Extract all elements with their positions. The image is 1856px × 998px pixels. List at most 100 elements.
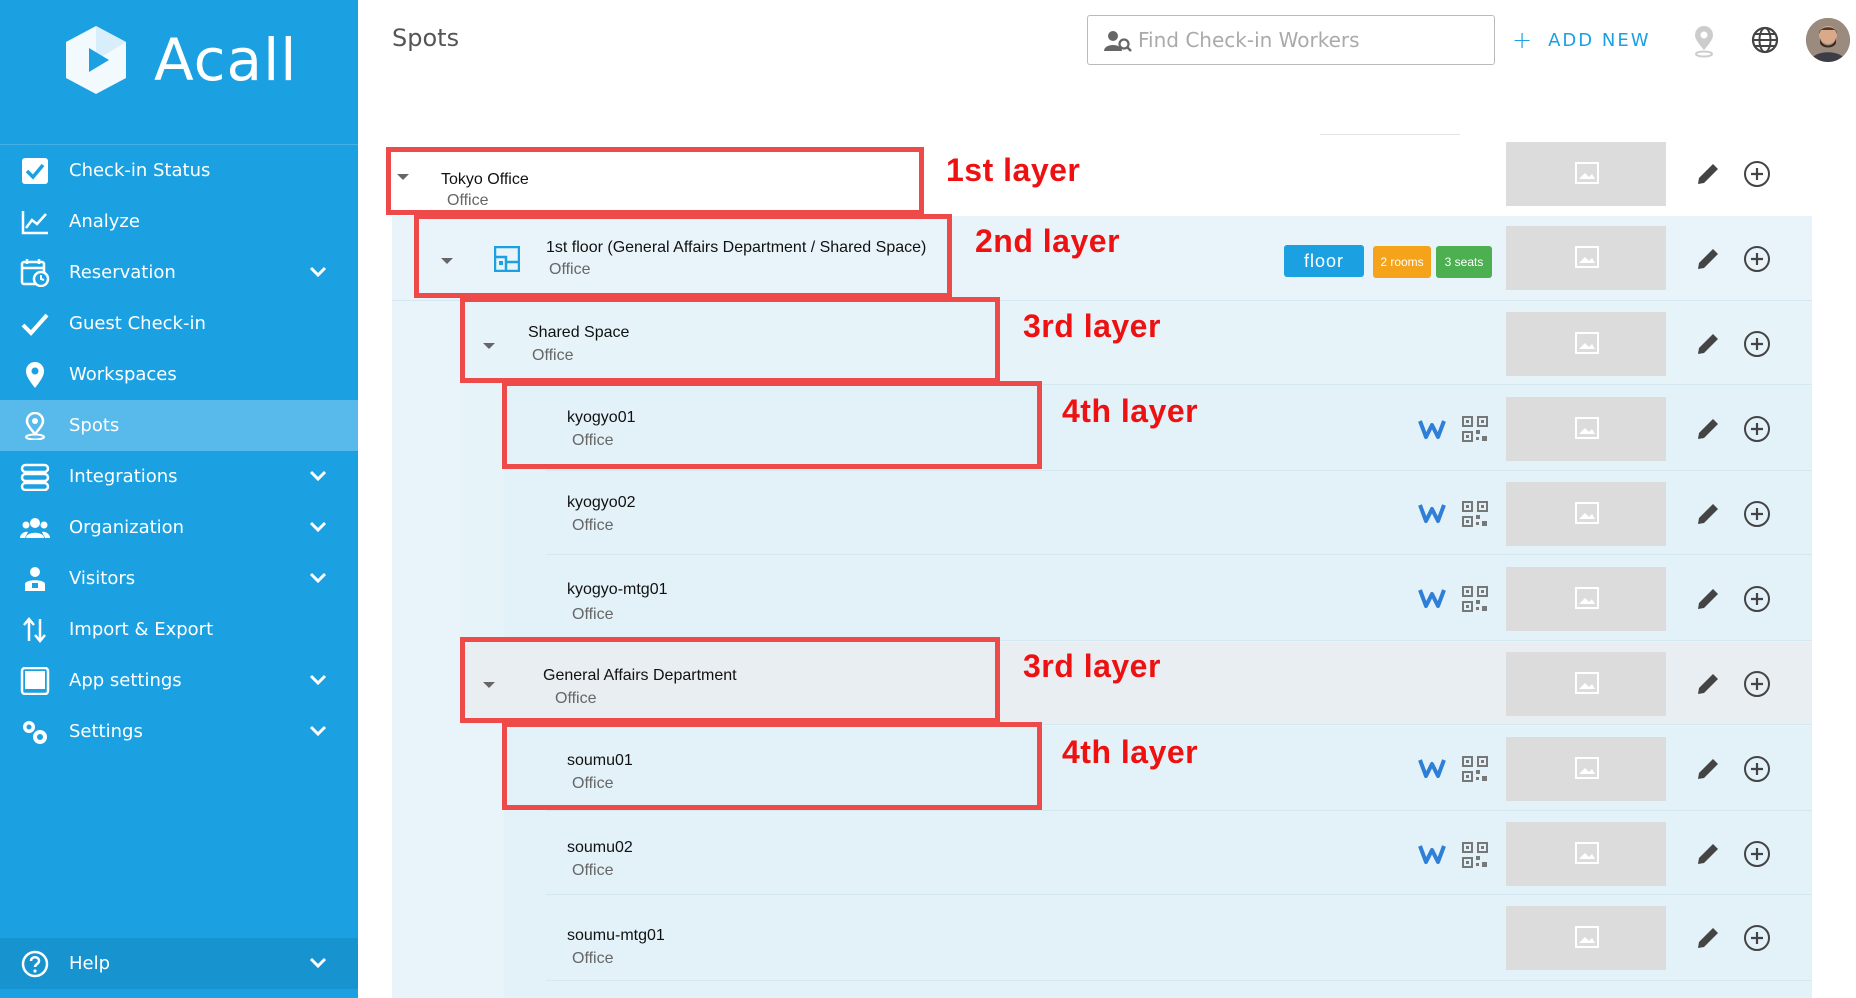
chevron-down-icon[interactable] — [308, 956, 328, 970]
sidebar-item-workspaces[interactable]: Workspaces — [0, 349, 358, 400]
rooms-badge: 2 rooms — [1373, 246, 1431, 278]
add-new-button[interactable]: + ADD NEW — [1512, 26, 1651, 54]
image-icon — [1575, 757, 1599, 779]
sidebar-item-spots[interactable]: Spots — [0, 400, 358, 451]
add-circle-icon[interactable] — [1742, 244, 1772, 274]
w-integration-icon[interactable] — [1418, 587, 1446, 609]
spot-image-placeholder[interactable] — [1506, 906, 1666, 970]
pencil-icon[interactable] — [1694, 585, 1722, 613]
image-icon — [1575, 417, 1599, 439]
spot-image-placeholder[interactable] — [1506, 822, 1666, 886]
import-export-icon — [23, 617, 46, 643]
sidebar-item-label: Spots — [69, 415, 120, 436]
spot-image-placeholder[interactable] — [1506, 226, 1666, 290]
qr-code-icon[interactable] — [1462, 842, 1488, 868]
w-integration-icon[interactable] — [1418, 843, 1446, 865]
pencil-icon[interactable] — [1694, 500, 1722, 528]
visitor-icon — [25, 567, 45, 591]
pencil-icon[interactable] — [1694, 755, 1722, 783]
sidebar-item-guest-check-in[interactable]: Guest Check-in — [0, 298, 358, 349]
sidebar-item-settings[interactable]: Settings — [0, 706, 358, 757]
acall-logo[interactable]: Acall — [58, 20, 297, 100]
sidebar-item-integrations[interactable]: Integrations — [0, 451, 358, 502]
sidebar-item-check-in-status[interactable]: Check-in Status — [0, 145, 358, 196]
spot-image-placeholder[interactable] — [1506, 142, 1666, 206]
pencil-icon[interactable] — [1694, 245, 1722, 273]
sidebar-item-label: Organization — [69, 517, 185, 538]
sidebar-item-label: Import & Export — [69, 619, 214, 640]
image-icon — [1575, 926, 1599, 948]
spot-image-placeholder[interactable] — [1506, 397, 1666, 461]
sidebar-item-label: Check-in Status — [69, 160, 211, 181]
spot-image-placeholder[interactable] — [1506, 312, 1666, 376]
gears-icon — [23, 721, 47, 744]
add-circle-icon[interactable] — [1742, 159, 1772, 189]
add-circle-icon[interactable] — [1742, 754, 1772, 784]
spot-image-placeholder[interactable] — [1506, 652, 1666, 716]
help-circle-icon — [21, 950, 49, 978]
add-circle-icon[interactable] — [1742, 669, 1772, 699]
sidebar-item-reservation[interactable]: Reservation — [0, 247, 358, 298]
add-circle-icon[interactable] — [1742, 584, 1772, 614]
pencil-icon[interactable] — [1694, 415, 1722, 443]
chevron-down-icon[interactable] — [308, 724, 328, 738]
sidebar-item-organization[interactable]: Organization — [0, 502, 358, 553]
qr-code-icon[interactable] — [1462, 416, 1488, 442]
image-icon — [1575, 502, 1599, 524]
sidebar-item-help[interactable]: Help — [0, 938, 358, 989]
chevron-down-icon[interactable] — [308, 520, 328, 534]
sidebar-item-label: Integrations — [69, 466, 178, 487]
add-circle-icon[interactable] — [1742, 839, 1772, 869]
qr-code-icon[interactable] — [1462, 586, 1488, 612]
spot-image-placeholder[interactable] — [1506, 567, 1666, 631]
qr-code-icon[interactable] — [1462, 756, 1488, 782]
image-icon — [1575, 672, 1599, 694]
w-integration-icon[interactable] — [1418, 757, 1446, 779]
spot-type: Office — [572, 517, 614, 534]
pencil-icon[interactable] — [1694, 670, 1722, 698]
sidebar-item-app-settings[interactable]: App settings — [0, 655, 358, 706]
search-input[interactable] — [1138, 24, 1478, 56]
avatar-icon — [1806, 18, 1850, 62]
globe-icon[interactable] — [1750, 25, 1780, 55]
sidebar-item-import-export[interactable]: Import & Export — [0, 604, 358, 655]
annotation-box-layer-1 — [386, 147, 924, 215]
annotation-label: 4th layer — [1062, 393, 1199, 429]
spot-image-placeholder[interactable] — [1506, 482, 1666, 546]
w-integration-icon[interactable] — [1418, 418, 1446, 440]
image-icon — [1575, 162, 1599, 184]
add-circle-icon[interactable] — [1742, 414, 1772, 444]
spot-name: soumu02 — [567, 839, 633, 856]
user-avatar[interactable] — [1806, 18, 1850, 62]
pencil-icon[interactable] — [1694, 330, 1722, 358]
add-circle-icon[interactable] — [1742, 923, 1772, 953]
chevron-down-icon[interactable] — [308, 469, 328, 483]
add-circle-icon[interactable] — [1742, 499, 1772, 529]
calendar-clock-icon — [20, 259, 50, 287]
check-square-icon — [22, 158, 48, 184]
pencil-icon[interactable] — [1694, 924, 1722, 952]
w-integration-icon[interactable] — [1418, 502, 1446, 524]
add-circle-icon[interactable] — [1742, 329, 1772, 359]
sidebar-item-label: Settings — [69, 721, 143, 742]
person-pin-icon — [25, 412, 45, 440]
pencil-icon[interactable] — [1694, 160, 1722, 188]
sidebar-item-analyze[interactable]: Analyze — [0, 196, 358, 247]
annotation-label: 4th layer — [1062, 734, 1199, 770]
search-field[interactable] — [1087, 15, 1495, 65]
pencil-icon[interactable] — [1694, 840, 1722, 868]
page-title: Spots — [392, 24, 460, 52]
chevron-down-icon[interactable] — [308, 673, 328, 687]
location-pin-icon[interactable] — [1690, 26, 1718, 58]
sidebar-item-label: App settings — [69, 670, 182, 691]
spot-name: soumu-mtg01 — [567, 927, 665, 944]
chevron-down-icon[interactable] — [308, 265, 328, 279]
qr-code-icon[interactable] — [1462, 501, 1488, 527]
annotation-box-layer-4 — [502, 722, 1042, 810]
annotation-box-layer-3 — [460, 637, 1000, 723]
search-person-icon — [1104, 31, 1132, 52]
sidebar-item-visitors[interactable]: Visitors — [0, 553, 358, 604]
annotation-label: 3rd layer — [1023, 308, 1161, 344]
chevron-down-icon[interactable] — [308, 571, 328, 585]
spot-image-placeholder[interactable] — [1506, 737, 1666, 801]
